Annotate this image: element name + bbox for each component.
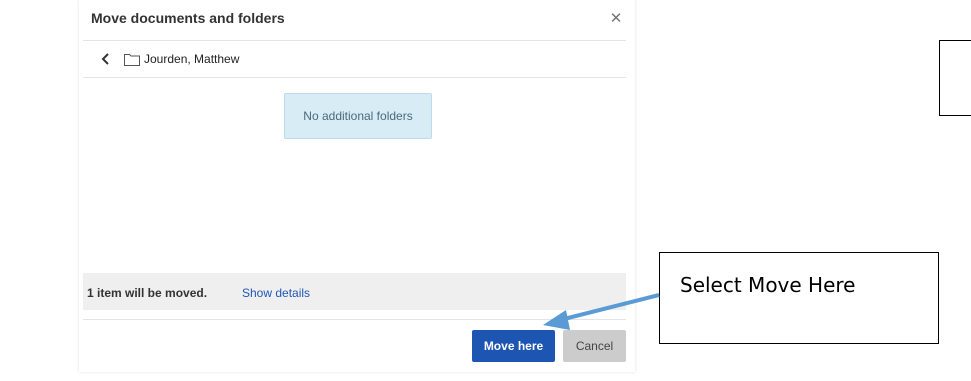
items-moved-count: 1 item will be moved. <box>87 286 208 300</box>
empty-folders-message: No additional folders <box>284 93 432 139</box>
folder-icon <box>124 54 140 66</box>
current-folder-name[interactable]: Jourden, Matthew <box>144 52 239 66</box>
move-dialog: Move documents and folders ✕ Jourden, Ma… <box>79 0 635 372</box>
partial-callout-box <box>939 40 971 116</box>
chevron-left-icon[interactable] <box>99 52 113 66</box>
status-bar: 1 item will be moved. Show details <box>83 273 626 310</box>
nav-divider <box>83 77 626 78</box>
move-here-button[interactable]: Move here <box>472 330 555 362</box>
dialog-title: Move documents and folders <box>91 10 285 26</box>
show-details-link[interactable]: Show details <box>242 286 310 300</box>
close-icon[interactable]: ✕ <box>609 11 623 26</box>
folder-nav-row: Jourden, Matthew <box>79 41 635 77</box>
callout-text: Select Move Here <box>680 273 856 297</box>
cancel-button[interactable]: Cancel <box>563 330 626 362</box>
footer-divider <box>83 319 626 320</box>
instruction-callout: Select Move Here <box>659 252 939 344</box>
screenshot-stage: Move documents and folders ✕ Jourden, Ma… <box>0 0 971 381</box>
